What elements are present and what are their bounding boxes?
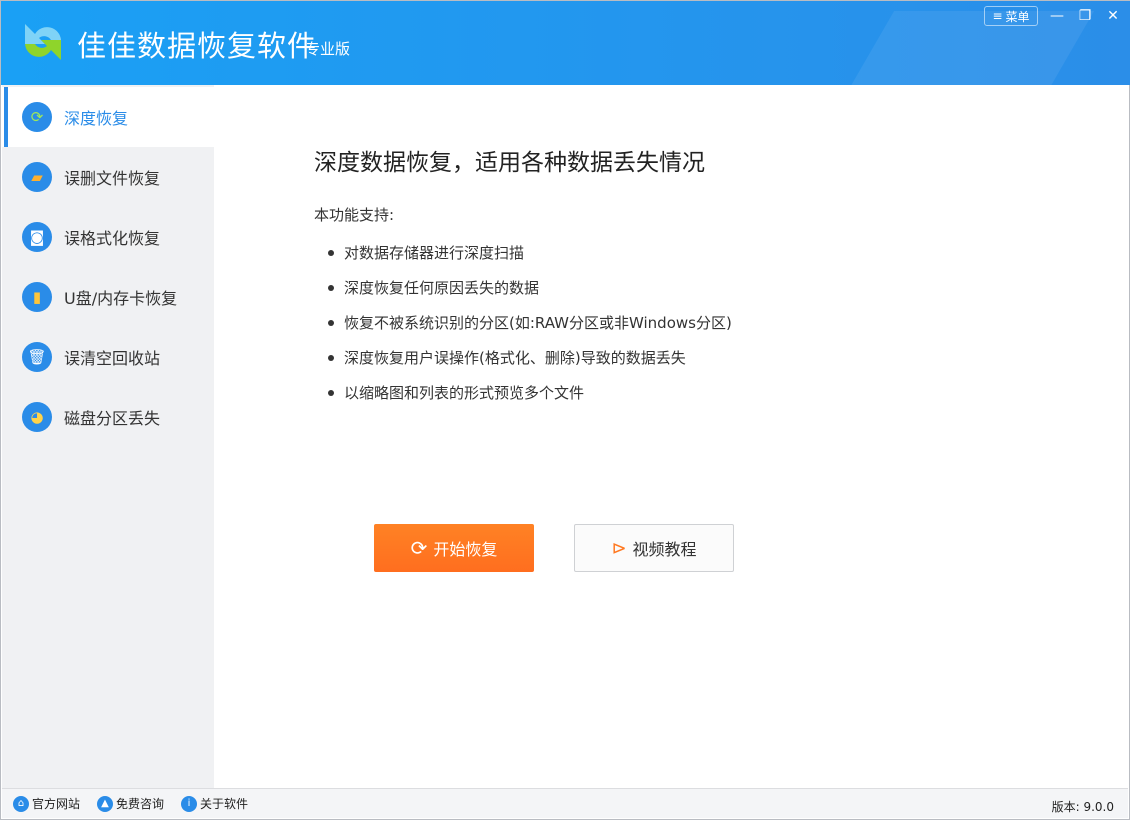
page-title: 深度数据恢复，适用各种数据丢失情况	[314, 150, 705, 176]
usb-icon: ▮	[22, 282, 52, 312]
video-tutorial-button[interactable]: ⊳ 视频教程	[574, 524, 734, 572]
sidebar-item-label: 深度恢复	[64, 109, 129, 128]
sidebar-item-label: U盘/内存卡恢复	[64, 289, 178, 308]
feature-item: 以缩略图和列表的形式预览多个文件	[328, 375, 732, 410]
menu-button[interactable]: ≡ 菜单	[984, 6, 1038, 26]
sidebar-item-label: 误清空回收站	[64, 349, 161, 368]
close-button[interactable]: ✕	[1101, 5, 1125, 27]
about-label: 关于软件	[200, 797, 249, 811]
harddisk-icon: ◙	[22, 222, 52, 252]
menu-label: 菜单	[1005, 9, 1030, 24]
sidebar-item-label: 误格式化恢复	[64, 229, 161, 248]
info-icon: i	[181, 795, 198, 812]
free-consult-link[interactable]: ▲ 免费咨询	[97, 795, 164, 812]
refresh-icon: ⟳	[22, 102, 52, 132]
sidebar-item-format-recovery[interactable]: ◙ 误格式化恢复	[2, 207, 214, 267]
support-label: 本功能支持:	[314, 206, 395, 224]
feature-list: 对数据存储器进行深度扫描 深度恢复任何原因丢失的数据 恢复不被系统识别的分区(如…	[328, 235, 732, 410]
sidebar-item-usb-card[interactable]: ▮ U盘/内存卡恢复	[2, 267, 214, 327]
feature-item: 对数据存储器进行深度扫描	[328, 235, 732, 270]
free-consult-label: 免费咨询	[116, 797, 165, 811]
sidebar: ⟳ 深度恢复 ▰ 误删文件恢复 ◙ 误格式化恢复 ▮ U盘/内存卡恢复 🗑 误清空回收站 …	[2, 85, 214, 788]
play-icon: ⊳	[611, 537, 627, 559]
video-tutorial-label: 视频教程	[632, 540, 697, 559]
start-recovery-button[interactable]: ⟳ 开始恢复	[374, 524, 534, 572]
chat-icon: ▲	[97, 795, 114, 812]
feature-item: 深度恢复用户误操作(格式化、删除)导致的数据丢失	[328, 340, 732, 375]
about-link[interactable]: i 关于软件	[181, 795, 248, 812]
official-site-label: 官方网站	[32, 797, 81, 811]
pie-icon: ◕	[22, 402, 52, 432]
start-recovery-label: 开始恢复	[433, 540, 498, 559]
sidebar-item-deep-recovery[interactable]: ⟳ 深度恢复	[2, 87, 214, 147]
title-bar: 佳佳数据恢复软件 专业版 ≡ 菜单 — ❐ ✕	[1, 1, 1130, 85]
sidebar-item-label: 误删文件恢复	[64, 169, 161, 188]
sidebar-item-recycle-bin[interactable]: 🗑 误清空回收站	[2, 327, 214, 387]
app-window: 佳佳数据恢复软件 专业版 ≡ 菜单 — ❐ ✕ ⟳ 深度恢复 ▰ 误删文件恢复 ◙ 误格…	[0, 0, 1130, 820]
restore-button[interactable]: ❐	[1073, 5, 1097, 27]
recycle-bin-icon: 🗑	[22, 342, 52, 372]
official-site-link[interactable]: ⌂ 官方网站	[13, 795, 80, 812]
home-icon: ⌂	[13, 795, 29, 812]
app-title: 佳佳数据恢复软件	[77, 29, 318, 63]
folder-icon: ▰	[22, 162, 52, 192]
main-panel: 深度数据恢复，适用各种数据丢失情况 本功能支持: 对数据存储器进行深度扫描 深度…	[214, 85, 1128, 788]
version-label: 版本: 9.0.0	[1051, 800, 1114, 814]
app-logo-icon	[25, 24, 61, 60]
status-bar: ⌂ 官方网站 ▲ 免费咨询 i 关于软件 版本: 9.0.0	[2, 788, 1128, 818]
sidebar-item-label: 磁盘分区丢失	[64, 409, 161, 428]
feature-item: 恢复不被系统识别的分区(如:RAW分区或非Windows分区)	[328, 305, 732, 340]
edition-label: 专业版	[305, 40, 351, 58]
refresh-icon: ⟳	[410, 536, 428, 560]
minimize-button[interactable]: —	[1045, 5, 1069, 27]
feature-item: 深度恢复任何原因丢失的数据	[328, 270, 732, 305]
menu-icon: ≡	[992, 9, 1003, 23]
sidebar-item-deleted-files[interactable]: ▰ 误删文件恢复	[2, 147, 214, 207]
sidebar-item-partition-lost[interactable]: ◕ 磁盘分区丢失	[2, 387, 214, 447]
